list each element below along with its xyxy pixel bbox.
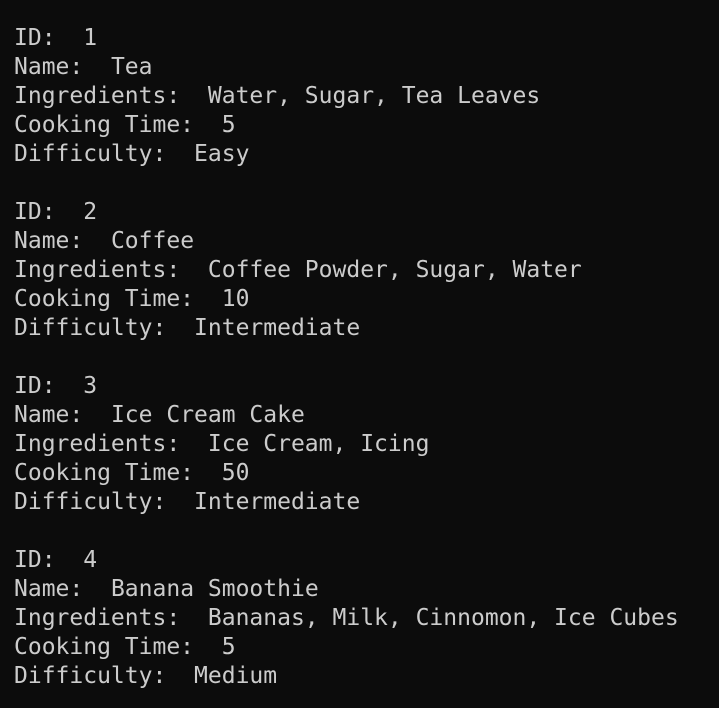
cooking-time-line: Cooking Time: 50 [14,459,719,488]
ingredients-line: Ingredients: Bananas, Milk, Cinnomon, Ic… [14,604,719,633]
ingredients-label: Ingredients: [14,257,181,283]
cooking-time-line: Cooking Time: 5 [14,633,719,662]
cooking-time-label: Cooking Time: [14,634,195,660]
difficulty-label: Difficulty: [14,315,167,341]
ingredients-value: Ice Cream, Icing [207,431,430,457]
cooking-time-label: Cooking Time: [14,460,195,486]
id-value: 2 [83,199,98,225]
ingredients-label: Ingredients: [14,431,181,457]
cooking-time-value: 5 [221,634,236,660]
recipe-record: ID: 1 Name: Tea Ingredients: Water, Suga… [14,24,719,169]
difficulty-line: Difficulty: Medium [14,662,719,691]
difficulty-label: Difficulty: [14,489,167,515]
ingredients-label: Ingredients: [14,605,181,631]
difficulty-label: Difficulty: [14,141,167,167]
difficulty-value: Intermediate [194,315,361,341]
name-label: Name: [14,402,84,428]
difficulty-label: Difficulty: [14,663,167,689]
name-line: Name: Tea [14,53,719,82]
ingredients-line: Ingredients: Ice Cream, Icing [14,430,719,459]
ingredients-line: Ingredients: Coffee Powder, Sugar, Water [14,256,719,285]
name-line: Name: Ice Cream Cake [14,401,719,430]
ingredients-line: Ingredients: Water, Sugar, Tea Leaves [14,82,719,111]
id-line: ID: 1 [14,24,719,53]
id-label: ID: [14,25,56,51]
recipe-record: ID: 4 Name: Banana Smoothie Ingredients:… [14,546,719,691]
difficulty-value: Medium [194,663,278,689]
name-line: Name: Coffee [14,227,719,256]
ingredients-value: Coffee Powder, Sugar, Water [207,257,582,283]
id-line: ID: 4 [14,546,719,575]
cooking-time-line: Cooking Time: 5 [14,111,719,140]
difficulty-line: Difficulty: Intermediate [14,488,719,517]
cooking-time-value: 50 [221,460,250,486]
terminal-output: ID: 1 Name: Tea Ingredients: Water, Suga… [0,0,719,708]
id-label: ID: [14,373,56,399]
id-line: ID: 3 [14,372,719,401]
difficulty-line: Difficulty: Intermediate [14,314,719,343]
cooking-time-value: 10 [221,286,250,312]
difficulty-line: Difficulty: Easy [14,140,719,169]
difficulty-value: Intermediate [194,489,361,515]
name-value: Coffee [110,228,195,254]
recipe-record: ID: 3 Name: Ice Cream Cake Ingredients: … [14,372,719,517]
id-line: ID: 2 [14,198,719,227]
name-label: Name: [14,228,84,254]
ingredients-value: Bananas, Milk, Cinnomon, Ice Cubes [207,605,679,631]
name-value: Ice Cream Cake [110,402,305,428]
recipe-record: ID: 2 Name: Coffee Ingredients: Coffee P… [14,198,719,343]
name-value: Tea [110,54,153,80]
ingredients-value: Water, Sugar, Tea Leaves [207,83,541,109]
name-label: Name: [14,576,84,602]
cooking-time-line: Cooking Time: 10 [14,285,719,314]
id-value: 4 [83,547,98,573]
name-label: Name: [14,54,84,80]
cooking-time-label: Cooking Time: [14,286,195,312]
ingredients-label: Ingredients: [14,83,181,109]
id-value: 1 [83,25,98,51]
id-label: ID: [14,199,56,225]
difficulty-value: Easy [194,141,250,167]
cooking-time-value: 5 [221,112,236,138]
id-label: ID: [14,547,56,573]
name-value: Banana Smoothie [110,576,319,602]
id-value: 3 [83,373,98,399]
cooking-time-label: Cooking Time: [14,112,195,138]
name-line: Name: Banana Smoothie [14,575,719,604]
